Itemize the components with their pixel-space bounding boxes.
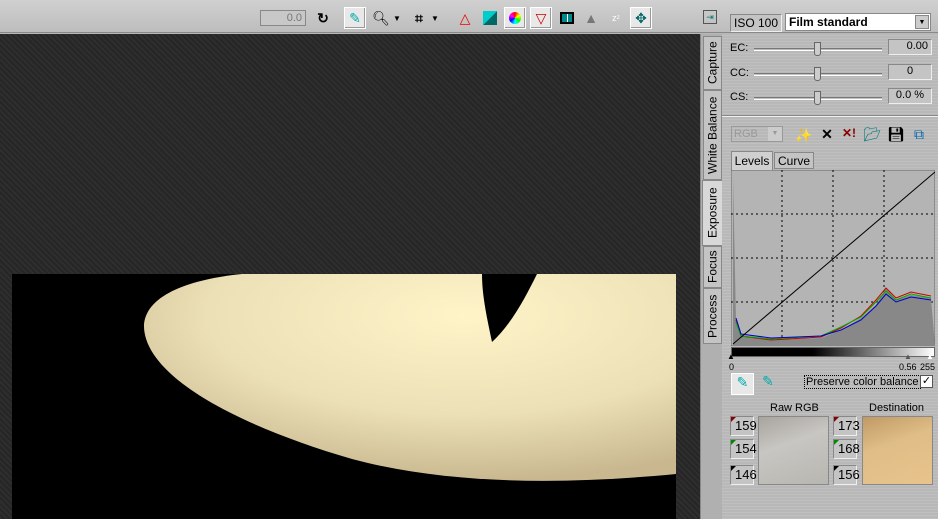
preserve-color-balance-label[interactable]: Preserve color balance: [804, 375, 921, 389]
tab-focus[interactable]: Focus: [703, 246, 722, 288]
eyedropper-icon[interactable]: ✎: [344, 7, 366, 29]
tab-capture[interactable]: Capture: [703, 36, 722, 90]
film-mode-value: Film standard: [789, 15, 868, 29]
shadow-icon[interactable]: [479, 7, 501, 29]
exposure-panel: ISO 100 Film standard ▼ EC: 0.00 CC: 0 C…: [722, 13, 938, 519]
cc-value[interactable]: 0: [888, 64, 932, 80]
tab-levels[interactable]: Levels: [731, 151, 773, 170]
tab-white-balance[interactable]: White Balance: [703, 90, 722, 180]
cs-label: CS:: [730, 91, 749, 103]
cs-slider-thumb[interactable]: [814, 91, 821, 105]
crop-dropdown-icon[interactable]: ▼: [430, 7, 440, 29]
ec-slider[interactable]: [754, 42, 882, 56]
raw-green-value: 154: [730, 439, 757, 459]
zoom-dropdown-icon[interactable]: ▼: [392, 7, 402, 29]
fit-icon[interactable]: ✥: [630, 7, 652, 29]
gamma-level: 0.56: [899, 362, 917, 372]
cc-slider-thumb[interactable]: [814, 67, 821, 81]
dest-blue-value: 156: [833, 465, 860, 485]
destination-color-swatch: [862, 416, 933, 485]
dest-red-value: 173: [833, 416, 860, 436]
tab-process[interactable]: Process: [703, 288, 722, 344]
raw-color-swatch: [758, 416, 829, 485]
chevron-down-icon[interactable]: ▼: [915, 15, 929, 29]
cc-label: CC:: [730, 67, 749, 79]
preserve-color-balance-checkbox[interactable]: ✓: [920, 375, 933, 388]
divider: [722, 115, 938, 117]
image-preview[interactable]: [12, 274, 676, 519]
split-view-icon[interactable]: [556, 7, 578, 29]
rotate-icon[interactable]: ↻: [312, 7, 334, 29]
cs-value[interactable]: 0.0 %: [888, 88, 932, 104]
ec-slider-thumb[interactable]: [814, 42, 821, 56]
rotation-angle-field[interactable]: 0.0: [260, 10, 306, 26]
eyedropper-icon[interactable]: ✎: [731, 373, 754, 395]
raw-red-value: 159: [730, 416, 757, 436]
side-tab-bar: Capture White Balance Exposure Focus Pro…: [700, 34, 723, 519]
tab-curve[interactable]: Curve: [774, 152, 814, 169]
reset-all-icon[interactable]: ✕!: [840, 126, 858, 144]
sleep-icon[interactable]: zᶻ: [605, 7, 627, 29]
auto-wand-icon[interactable]: ✨: [795, 127, 813, 145]
channel-select[interactable]: RGB ▼: [731, 126, 783, 142]
film-mode-select[interactable]: Film standard ▼: [785, 13, 931, 31]
triangle-icon[interactable]: ▲: [580, 7, 602, 29]
tab-exposure[interactable]: Exposure: [702, 180, 723, 246]
reset-icon[interactable]: ✕: [818, 126, 836, 144]
crop-icon[interactable]: ⌗: [408, 7, 430, 29]
raw-blue-value: 146: [730, 465, 757, 485]
gray-eyedropper-icon[interactable]: ✎: [758, 373, 778, 395]
cs-slider[interactable]: [754, 91, 882, 105]
panel-toggle-icon[interactable]: ⇥: [703, 10, 717, 24]
open-folder-icon[interactable]: 📂︎: [863, 126, 881, 144]
highlight-warning-icon[interactable]: △: [454, 7, 476, 29]
cc-slider[interactable]: [754, 67, 882, 81]
zoom-icon[interactable]: 🔍︎: [370, 7, 392, 29]
ec-value[interactable]: 0.00: [888, 39, 932, 55]
gamma-handle[interactable]: ▲: [904, 352, 912, 361]
histogram[interactable]: [731, 170, 935, 346]
save-icon[interactable]: 💾︎: [887, 126, 905, 144]
color-wheel-icon[interactable]: [504, 7, 526, 29]
chevron-down-icon[interactable]: ▼: [768, 127, 782, 141]
destination-label: Destination: [869, 402, 925, 414]
copy-settings-icon[interactable]: ⧉: [910, 126, 928, 144]
ec-label: EC:: [730, 42, 749, 54]
gray-point-icon[interactable]: ▽: [530, 7, 552, 29]
black-point-handle[interactable]: ▲: [727, 352, 735, 361]
channel-value: RGB: [734, 128, 758, 140]
iso-label: ISO 100: [730, 14, 782, 32]
raw-rgb-label: Raw RGB: [770, 402, 819, 414]
black-level: 0: [729, 362, 735, 372]
dest-green-value: 168: [833, 439, 860, 459]
white-level: 255: [920, 362, 936, 372]
white-point-handle[interactable]: ▲: [926, 352, 934, 361]
